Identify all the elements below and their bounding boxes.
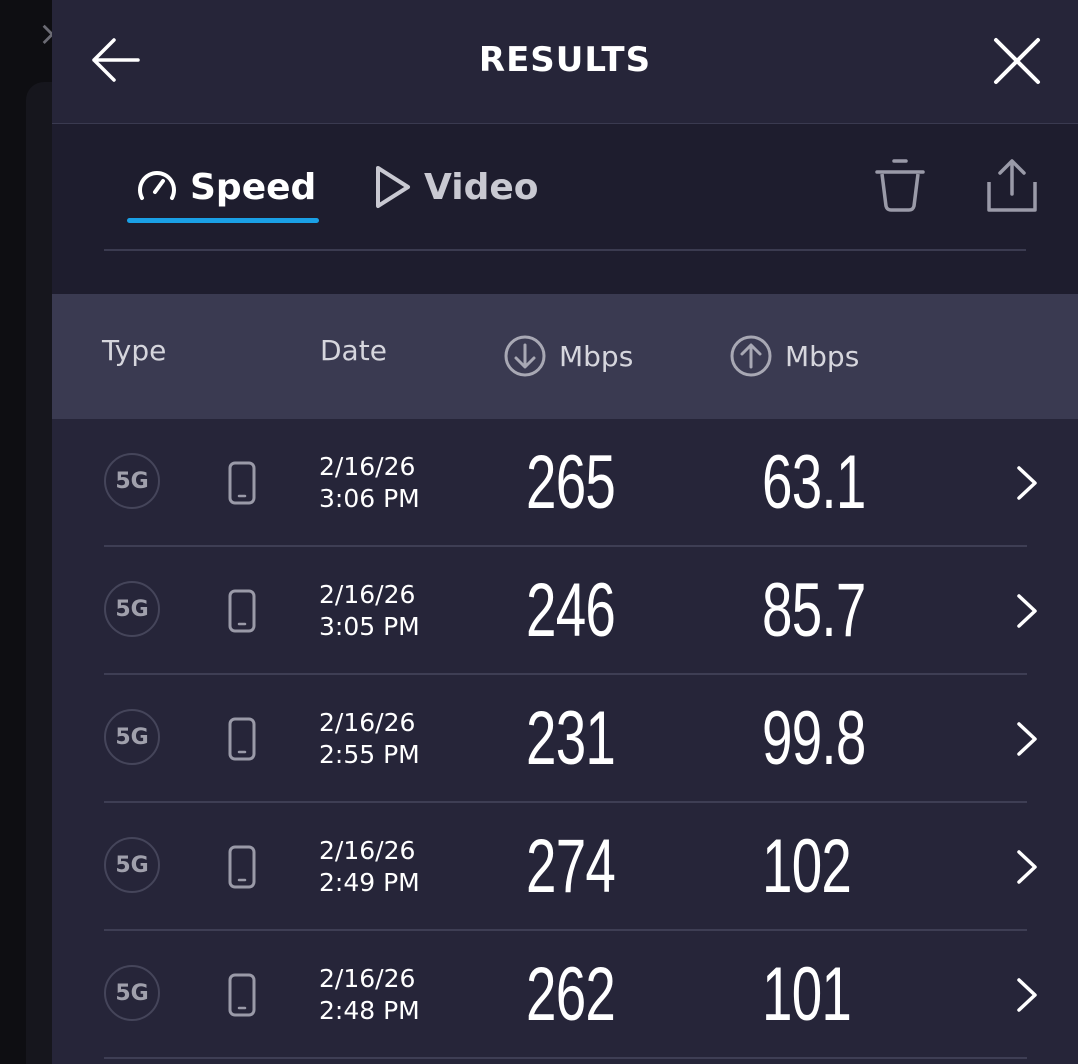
share-icon[interactable]	[986, 158, 1038, 214]
result-datetime: 2/16/26 3:06 PM	[319, 451, 420, 515]
play-icon	[376, 166, 410, 208]
upload-speed: 85.7	[762, 568, 866, 653]
result-time: 2:55 PM	[319, 740, 420, 769]
chevron-right-icon[interactable]	[1014, 463, 1040, 503]
column-download[interactable]: Mbps	[503, 334, 633, 378]
result-time: 2:48 PM	[319, 996, 420, 1025]
results-panel: RESULTS Speed Video Type Date Mbps Mbps …	[52, 0, 1078, 1064]
result-date: 2/16/26	[319, 708, 416, 737]
download-speed: 246	[526, 568, 616, 653]
tabs-bar: Speed Video	[52, 124, 1078, 294]
phone-icon	[228, 589, 256, 633]
result-datetime: 2/16/26 2:48 PM	[319, 963, 420, 1027]
close-icon[interactable]	[992, 36, 1042, 86]
network-type-badge: 5G	[104, 709, 160, 765]
phone-icon	[228, 845, 256, 889]
tab-speed[interactable]: Speed	[136, 162, 316, 212]
column-upload[interactable]: Mbps	[729, 334, 859, 378]
result-date: 2/16/26	[319, 964, 416, 993]
column-upload-label: Mbps	[785, 339, 860, 373]
result-date: 2/16/26	[319, 580, 416, 609]
upload-speed: 63.1	[762, 440, 866, 525]
upload-speed: 99.8	[762, 696, 866, 781]
phone-icon	[228, 461, 256, 505]
results-header: RESULTS	[52, 0, 1078, 124]
download-speed: 231	[526, 696, 616, 781]
result-row[interactable]: 5G 2/16/26 3:05 PM 246 85.7	[52, 547, 1078, 675]
result-row[interactable]: 5G 2/16/26 3:06 PM 265 63.1	[52, 419, 1078, 547]
result-row[interactable]: 5G 2/16/26 2:49 PM 274 102	[52, 803, 1078, 931]
phone-icon	[228, 973, 256, 1017]
download-speed: 265	[526, 440, 616, 525]
upload-arrow-icon	[730, 335, 772, 377]
background-app-strip: ×	[0, 0, 52, 1064]
trash-icon[interactable]	[874, 158, 926, 214]
chevron-right-icon[interactable]	[1014, 975, 1040, 1015]
result-time: 2:49 PM	[319, 868, 420, 897]
upload-speed: 102	[762, 824, 852, 909]
tab-speed-label: Speed	[190, 166, 317, 208]
result-time: 3:06 PM	[319, 484, 420, 513]
network-type-badge: 5G	[104, 581, 160, 637]
network-type-badge: 5G	[104, 965, 160, 1021]
download-arrow-icon	[504, 335, 546, 377]
network-type-badge: 5G	[104, 453, 160, 509]
tab-video-label: Video	[424, 166, 539, 208]
column-header: Type Date Mbps Mbps	[52, 294, 1078, 419]
background-close-icon: ×	[38, 14, 52, 54]
result-datetime: 2/16/26 2:49 PM	[319, 835, 420, 899]
chevron-right-icon[interactable]	[1014, 591, 1040, 631]
active-tab-indicator	[127, 218, 319, 223]
chevron-right-icon[interactable]	[1014, 847, 1040, 887]
result-date: 2/16/26	[319, 452, 416, 481]
speedometer-icon	[138, 171, 176, 200]
phone-icon	[228, 717, 256, 761]
column-download-label: Mbps	[559, 339, 634, 373]
row-divider	[104, 1057, 1027, 1059]
result-row[interactable]: 5G 2/16/26 2:48 PM 262 101	[52, 931, 1078, 1059]
download-speed: 274	[526, 824, 616, 909]
result-time: 3:05 PM	[319, 612, 420, 641]
result-datetime: 2/16/26 2:55 PM	[319, 707, 420, 771]
background-card	[26, 82, 52, 1064]
page-title: RESULTS	[478, 40, 652, 80]
chevron-right-icon[interactable]	[1014, 719, 1040, 759]
result-date: 2/16/26	[319, 836, 416, 865]
download-speed: 262	[526, 952, 616, 1037]
results-list: 5G 2/16/26 3:06 PM 265 63.1 5G 2/16/26 3…	[52, 419, 1078, 1059]
column-type[interactable]: Type	[102, 334, 166, 367]
tab-video[interactable]: Video	[374, 162, 539, 212]
result-row[interactable]: 5G 2/16/26 2:55 PM 231 99.8	[52, 675, 1078, 803]
result-datetime: 2/16/26 3:05 PM	[319, 579, 420, 643]
column-date[interactable]: Date	[320, 334, 387, 367]
network-type-badge: 5G	[104, 837, 160, 893]
chart-divider	[104, 249, 1026, 251]
upload-speed: 101	[762, 952, 852, 1037]
